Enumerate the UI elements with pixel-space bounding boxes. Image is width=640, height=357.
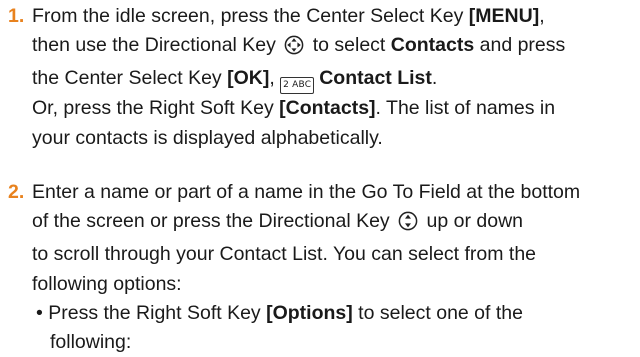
text: up or down <box>421 210 524 233</box>
step-2-line-3: to scroll through your Contact List. You… <box>32 243 537 266</box>
directional-key-four-way-icon <box>284 35 304 64</box>
text: . <box>431 67 438 90</box>
step-2: 2. Enter a name or part of a name in the… <box>8 178 636 357</box>
step-1-line-4: Or, press the Right Soft Key [Contacts].… <box>32 94 636 123</box>
bullet-item: • Press the Right Soft Key [Options] to … <box>32 299 636 328</box>
contacts-key-label: [Contacts] <box>279 97 376 120</box>
step-1: 1. From the idle screen, press the Cente… <box>8 2 636 153</box>
directional-key-up-down-icon <box>398 211 418 240</box>
step-1-line-5: your contacts is displayed alphabeticall… <box>32 126 383 149</box>
step-2-line-2: of the screen or press the Directional K… <box>32 207 636 240</box>
step-2-line-1: Enter a name or part of a name in the Go… <box>32 181 581 203</box>
step-1-line-2: then use the Directional Key to select C… <box>32 31 636 64</box>
contact-list-label: Contact List <box>319 67 432 90</box>
menu-key-label: [MENU] <box>468 5 540 27</box>
text: to select one of the <box>352 301 523 324</box>
text: , <box>539 5 545 27</box>
text: From the idle screen, press the Center S… <box>32 5 469 27</box>
step-body: From the idle screen, press the Center S… <box>32 2 636 153</box>
options-key-label: [Options] <box>266 301 353 324</box>
text: and press <box>474 34 566 57</box>
contact-list-key-icon: 2 ABC <box>280 77 315 95</box>
text: • Press the Right Soft Key <box>36 301 267 324</box>
text: . The list of names in <box>375 97 556 120</box>
step-number: 2. <box>8 181 25 203</box>
step-1-line-1: From the idle screen, press the Center S… <box>32 2 636 31</box>
instruction-page: 1. From the idle screen, press the Cente… <box>0 0 640 353</box>
step-body: Enter a name or part of a name in the Go… <box>32 178 636 357</box>
step-1-line-3: the Center Select Key [OK], 2 ABC Contact… <box>32 64 636 95</box>
bullet-item-continuation: following: <box>50 331 132 354</box>
text: the Center Select Key <box>32 67 228 90</box>
text: Or, press the Right Soft Key <box>32 97 280 120</box>
text: of the screen or press the Directional K… <box>32 210 396 233</box>
ok-key-label: [OK] <box>227 67 270 90</box>
text: then use the Directional Key <box>32 34 282 57</box>
step-2-line-4: following options: <box>32 272 182 295</box>
text: to select <box>307 34 391 57</box>
text: , <box>269 67 281 90</box>
contacts-label: Contacts <box>390 34 475 57</box>
step-number: 1. <box>8 5 25 27</box>
